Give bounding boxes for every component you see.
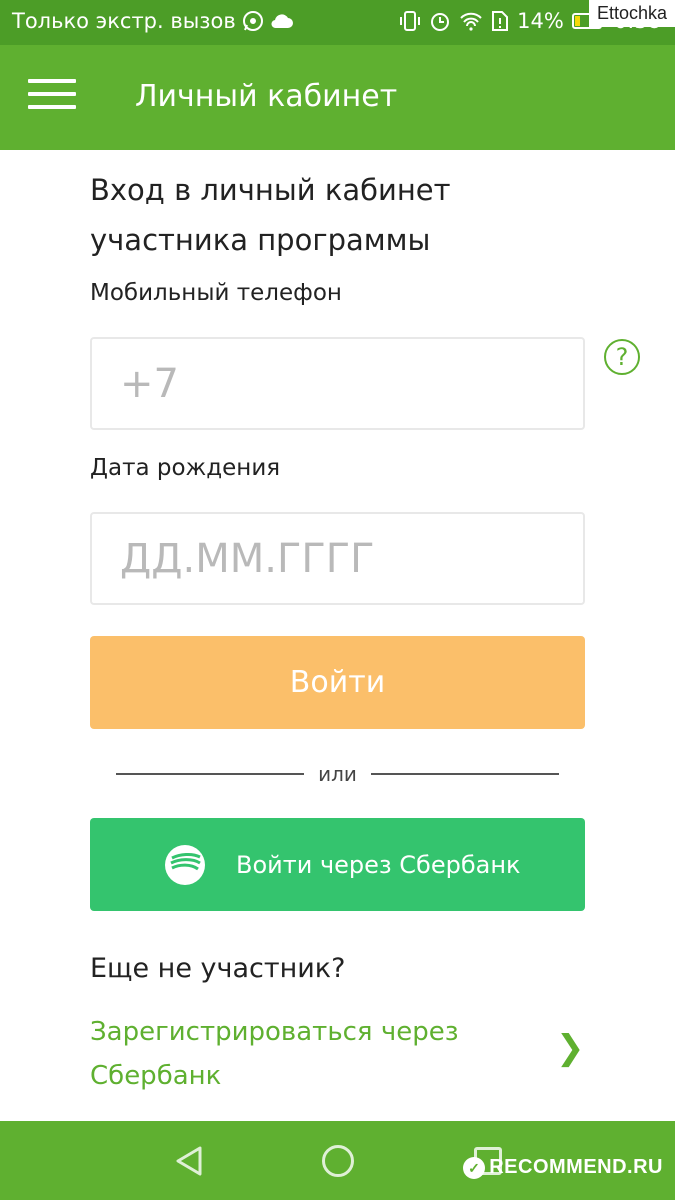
not-member-heading: Еще не участник?	[90, 953, 346, 984]
login-button[interactable]: Войти	[90, 636, 585, 729]
sberbank-logo-icon	[165, 845, 205, 885]
whatsapp-icon	[242, 11, 263, 31]
status-left: Только экстр. вызов	[12, 9, 294, 33]
battery-percent: 14%	[517, 9, 564, 33]
watermark-bottom: ✓ RECOMMEND.RU	[463, 1156, 663, 1179]
cloud-icon	[271, 14, 293, 29]
back-icon[interactable]	[174, 1145, 204, 1177]
vibrate-icon	[400, 11, 421, 31]
recommend-logo-icon: ✓	[463, 1156, 486, 1179]
navigation-bar: ✓ RECOMMEND.RU	[0, 1121, 675, 1200]
sberbank-login-button[interactable]: Войти через Сбербанк	[90, 818, 585, 911]
divider-text: или	[318, 762, 357, 786]
dob-label: Дата рождения	[90, 455, 281, 481]
help-icon[interactable]: ?	[604, 339, 640, 375]
divider-line-right	[371, 773, 559, 775]
wifi-icon	[460, 12, 482, 31]
form-title: Вход в личный кабинет участника программ…	[90, 173, 451, 257]
phone-input[interactable]	[90, 337, 585, 430]
watermark-bottom-text: RECOMMEND.RU	[489, 1156, 663, 1178]
status-bar: Только экстр. вызов 14% Ettochka	[0, 0, 675, 45]
divider-line-left	[116, 773, 304, 775]
app-title: Личный кабинет	[135, 79, 398, 114]
watermark-top: Ettochka	[588, 0, 675, 27]
home-icon[interactable]	[322, 1145, 354, 1177]
carrier-text: Только экстр. вызов	[12, 9, 236, 33]
app-bar: Личный кабинет	[0, 45, 675, 150]
chevron-right-icon[interactable]: ❯	[556, 1028, 585, 1068]
phone-label: Мобильный телефон	[90, 280, 342, 306]
sim-icon	[492, 11, 509, 31]
hamburger-menu-icon[interactable]	[28, 79, 76, 115]
dob-input[interactable]	[90, 512, 585, 605]
sberbank-login-label: Войти через Сбербанк	[236, 851, 521, 879]
alarm-icon	[431, 13, 450, 31]
register-via-sberbank-link[interactable]: Зарегистрироваться через Сбербанк	[90, 1010, 510, 1098]
